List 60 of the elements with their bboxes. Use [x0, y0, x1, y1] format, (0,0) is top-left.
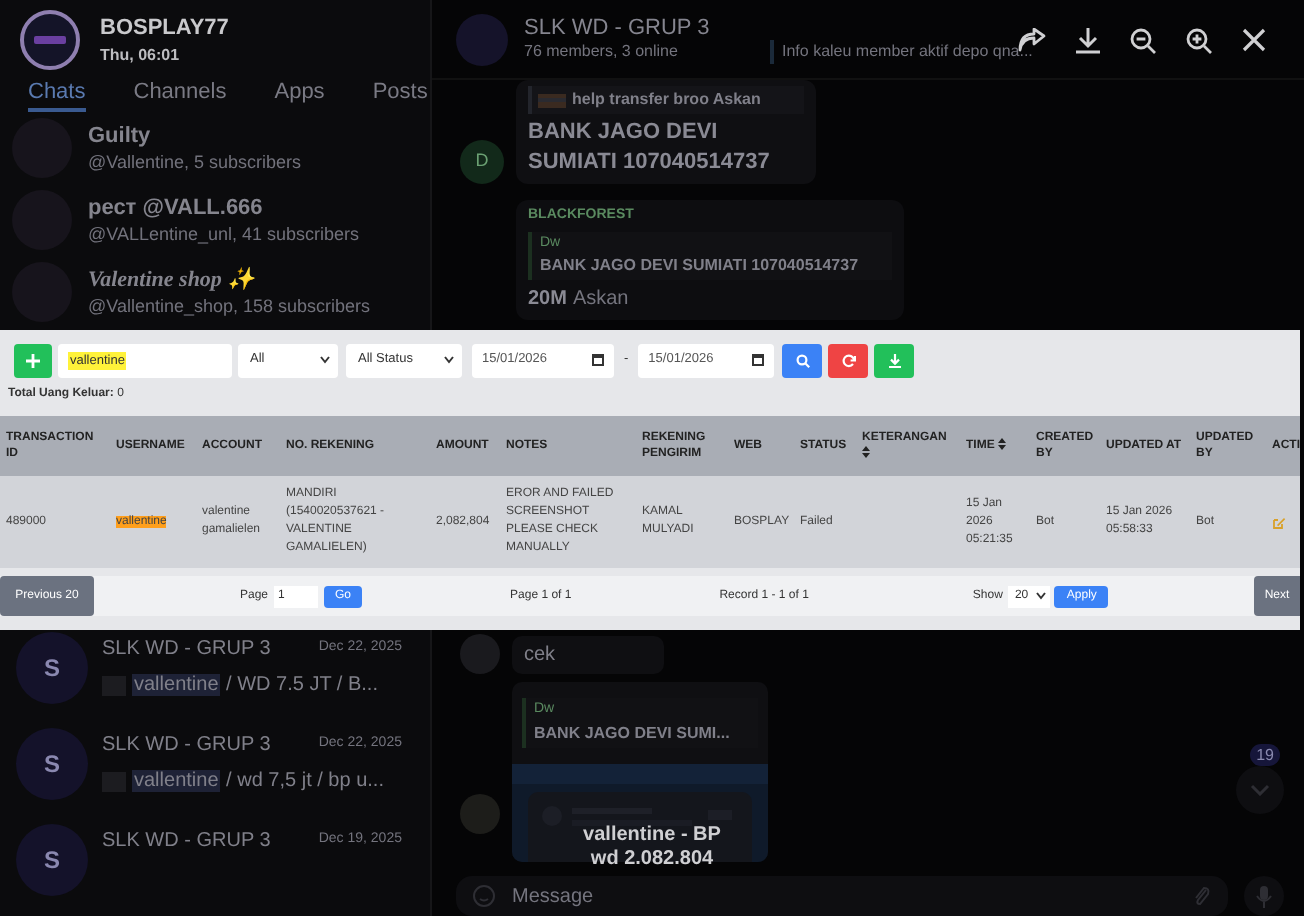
chat-title: рест @VALL.666 — [88, 194, 265, 223]
avatar — [456, 13, 508, 65]
refresh-button[interactable] — [828, 343, 869, 377]
message-preview: vallentine / wd 7,5 jt / bp u... — [132, 768, 384, 796]
avatar: S — [16, 632, 88, 704]
message-bubble: cek — [512, 635, 664, 673]
message-text: 20M — [528, 286, 567, 314]
flag-icon — [538, 93, 566, 107]
download-icon[interactable] — [1076, 27, 1100, 53]
pinned-message[interactable]: Info kaleu member aktif depo qna... — [770, 39, 1033, 63]
unread-badge: 19 — [1250, 744, 1280, 766]
calendar-icon[interactable] — [752, 354, 765, 366]
logo-icon — [34, 36, 66, 44]
search-icon — [795, 353, 810, 367]
chat-subtitle: @VALLentine_unl, 41 subscribers — [88, 222, 360, 247]
refresh-icon — [841, 353, 856, 367]
chat-tab[interactable]: Posts — [372, 76, 428, 113]
chevron-down-icon — [444, 356, 454, 364]
message-field[interactable]: Message — [456, 876, 1228, 916]
calendar-icon[interactable] — [592, 354, 604, 366]
avatar: D — [460, 140, 504, 184]
zoom-out-icon[interactable] — [1130, 27, 1156, 53]
chat-subtitle: @Vallentine, 5 subscribers — [88, 150, 302, 175]
chevron-down-icon — [1036, 592, 1047, 600]
search-button[interactable] — [782, 343, 823, 377]
image-caption: wd 2.082.804 — [590, 848, 714, 872]
message-text: BANK JAGO DEVI SUMIATI 107040514737 — [528, 118, 772, 178]
paperclip-icon[interactable] — [1192, 884, 1212, 908]
download-icon — [887, 353, 902, 367]
avatar: S — [16, 824, 88, 896]
microphone-icon — [1256, 885, 1272, 907]
sort-icon[interactable] — [998, 438, 1007, 451]
plus-icon — [26, 353, 40, 367]
avatar — [460, 794, 500, 834]
chat-subtitle: @Vallentine_shop, 158 subscribers — [88, 294, 371, 319]
image-caption: vallentine - BP — [583, 824, 721, 848]
chevron-down-icon — [320, 356, 330, 364]
chat-title: SLK WD - GRUP 3 — [102, 636, 271, 664]
avatar — [460, 634, 500, 674]
chat-tab[interactable]: Channels — [133, 76, 227, 113]
sort-icon[interactable] — [862, 446, 870, 459]
quoted-text: help transfer broo Askan — [572, 88, 761, 112]
chat-title: SLK WD - GRUP 3 — [102, 828, 271, 856]
chevron-down-icon — [1250, 784, 1270, 796]
chat-status: 76 members, 3 online — [524, 42, 680, 62]
message-preview: vallentine / WD 7.5 JT / B... — [132, 672, 378, 700]
sender-name: BOSPLAY77 — [100, 15, 229, 41]
chat-title: SLK WD - GRUP 3 — [102, 732, 271, 760]
message-time: Thu, 06:01 — [100, 43, 182, 65]
chat-tab[interactable]: Apps — [274, 76, 325, 113]
quoted-text: BANK JAGO DEVI SUMIATI 107040514737 — [540, 254, 861, 278]
mention-text: Askan — [572, 286, 629, 314]
avatar: S — [16, 728, 88, 800]
zoom-in-icon[interactable] — [1186, 27, 1212, 53]
chat-title: Guilty — [88, 122, 153, 151]
chat-tab[interactable]: Chats — [28, 76, 86, 113]
quoted-text: BANK JAGO DEVI SUMI... — [534, 721, 732, 745]
chat-title: SLK WD - GRUP 3 — [524, 16, 712, 42]
chat-title: Valentine shop ✨ — [88, 266, 258, 295]
close-icon[interactable] — [1242, 28, 1266, 52]
